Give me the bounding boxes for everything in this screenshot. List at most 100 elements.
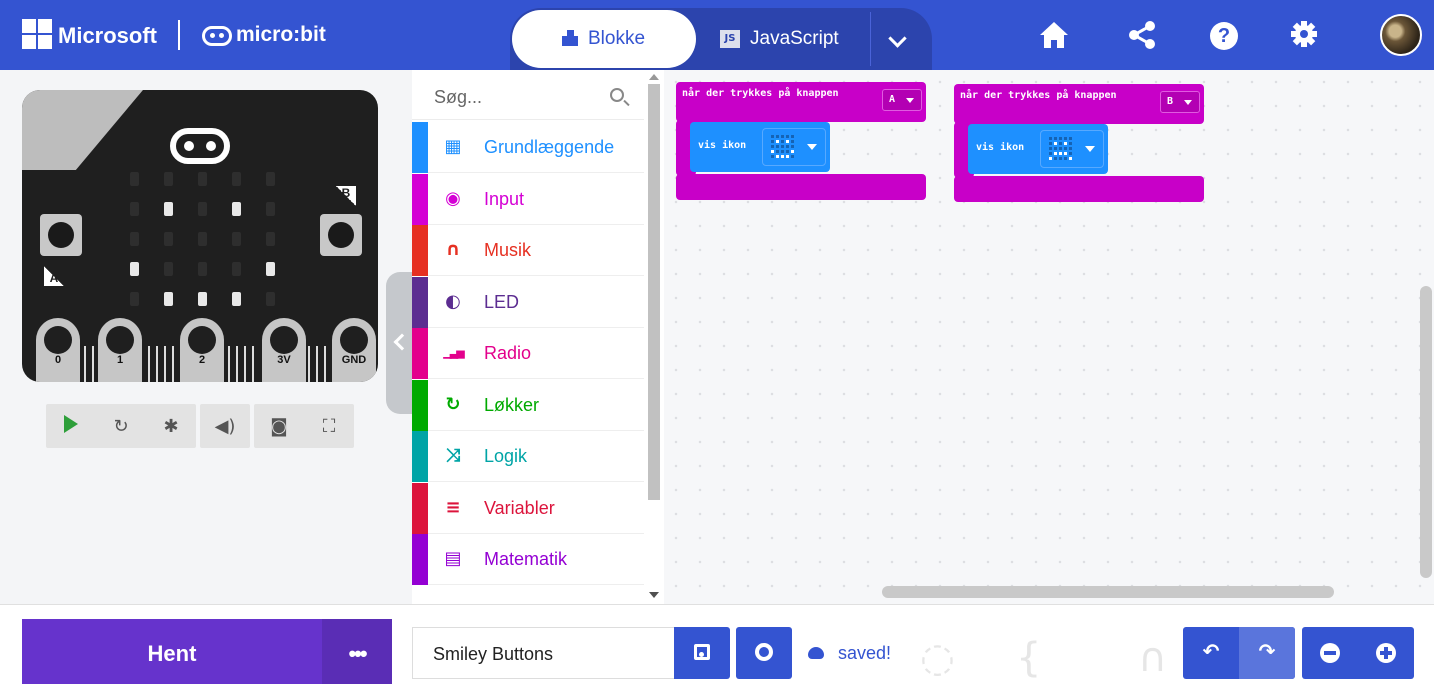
pin-pad[interactable] [36, 318, 80, 382]
button-b[interactable] [320, 214, 362, 256]
sim-group-sound: ◀) [200, 404, 250, 448]
brand-divider [178, 20, 180, 50]
play-icon[interactable] [46, 414, 96, 438]
led [130, 262, 139, 276]
edge-strip [148, 346, 150, 382]
undo-icon[interactable]: ↶ [1183, 639, 1239, 663]
category-variabler[interactable]: ≡ Variabler [412, 482, 644, 534]
category-color-bar [412, 482, 428, 534]
event-block-a[interactable]: når der trykkes på knappen A [676, 82, 926, 122]
icon-pixel [771, 150, 774, 153]
category-led[interactable]: ◐ LED [412, 276, 644, 328]
category-matematik[interactable]: ▤ Matematik [412, 534, 644, 585]
led [198, 292, 207, 306]
download-button[interactable]: Hent [22, 619, 322, 684]
show-icon-block-a[interactable]: vis ikon [690, 122, 830, 172]
workspace-horizontal-scrollbar[interactable] [882, 586, 1334, 598]
edge-strip [172, 346, 174, 382]
category-musik[interactable]: ∩ Musik [412, 225, 644, 276]
event-block-b[interactable]: når der trykkes på knappen B [954, 84, 1204, 124]
download-label: Hent [147, 641, 197, 666]
scroll-up-icon[interactable] [649, 74, 659, 80]
search-input[interactable]: Søg... [434, 87, 482, 108]
icon-pixel [771, 155, 774, 158]
home-icon[interactable] [1036, 20, 1072, 56]
led [232, 172, 241, 186]
restart-icon[interactable]: ↻ [96, 416, 146, 437]
redo-button[interactable]: ↷ [1239, 627, 1295, 679]
icon-pixel [771, 135, 774, 138]
microbit-logo-icon[interactable] [202, 26, 232, 46]
search-icon[interactable] [610, 88, 624, 102]
collapse-simulator-button[interactable] [386, 272, 412, 414]
more-options-icon: ••• [348, 641, 367, 666]
debug-icon[interactable]: ✱ [146, 416, 196, 437]
screenshot-icon[interactable]: ◙ [254, 416, 304, 437]
category-løkker[interactable]: ↻ Løkker [412, 379, 644, 431]
icon-pixel [781, 140, 784, 143]
icon-dropdown-a[interactable] [762, 128, 826, 166]
microsoft-logo-icon[interactable] [22, 19, 52, 49]
category-logik[interactable]: ⤨ Logik [412, 431, 644, 482]
pin-pad[interactable] [332, 318, 376, 382]
category-color-bar [412, 379, 428, 431]
pin-label: 0 [54, 354, 62, 366]
pin-pad[interactable] [98, 318, 142, 382]
icon-pixel [781, 150, 784, 153]
icon-pixel [781, 135, 784, 138]
share-icon[interactable] [1124, 20, 1160, 56]
github-icon [755, 643, 773, 661]
blocks-workspace[interactable]: når der trykkes på knappen A vis ikon nå… [664, 70, 1434, 604]
project-name-field[interactable]: Smiley Buttons [412, 627, 674, 679]
icon-pixel [1054, 147, 1057, 150]
github-button[interactable] [736, 627, 792, 679]
button-a[interactable] [40, 214, 82, 256]
sound-icon[interactable]: ◀) [200, 416, 250, 437]
zoom-in-icon[interactable] [1376, 643, 1396, 663]
category-radio[interactable]: ▁▃▅ Radio [412, 328, 644, 379]
icon-pixel [781, 155, 784, 158]
redo-icon[interactable]: ↷ [1239, 639, 1295, 663]
save-icon [694, 644, 710, 660]
led [164, 292, 173, 306]
more-options-button[interactable]: ••• [322, 619, 392, 684]
avatar[interactable] [1380, 14, 1422, 56]
microbit-simulator[interactable]: A B 0 1 2 3V GND [22, 90, 378, 382]
board-corner [22, 90, 169, 170]
category-input[interactable]: ◉ Input [412, 173, 644, 225]
chevron-down-icon[interactable] [870, 12, 926, 66]
icon-dropdown-b[interactable] [1040, 130, 1104, 168]
search-box[interactable]: Søg... [412, 70, 644, 120]
pin-pad[interactable] [180, 318, 224, 382]
sim-group-view: ◙ ⛶ [254, 404, 354, 448]
zoom-out-icon[interactable] [1320, 643, 1340, 663]
gear-icon[interactable] [1286, 20, 1322, 54]
icon-pixel [1064, 137, 1067, 140]
icon-pixel [776, 150, 779, 153]
category-grundlæggende[interactable]: ▦ Grundlæggende [412, 122, 644, 173]
scroll-down-icon[interactable] [649, 592, 659, 598]
toolbox-scroll-thumb[interactable] [648, 84, 660, 500]
fullscreen-icon[interactable]: ⛶ [304, 416, 354, 437]
microbit-board-logo-icon[interactable] [170, 128, 230, 164]
icon-pixel [1069, 147, 1072, 150]
button-dropdown-b[interactable]: B [1160, 91, 1200, 113]
button-dropdown-a[interactable]: A [882, 89, 922, 111]
show-icon-block-b[interactable]: vis ikon [968, 124, 1108, 174]
icon-pixel [771, 140, 774, 143]
save-button[interactable] [674, 627, 730, 679]
category-label: LED [484, 291, 520, 312]
microbit-brand[interactable]: micro:bit [236, 23, 326, 47]
led [130, 292, 139, 306]
icon-pixel [1054, 142, 1057, 145]
toolbox-scrollbar[interactable] [644, 70, 664, 604]
icon-pixel [1049, 147, 1052, 150]
tab-blocks[interactable]: Blokke [512, 10, 696, 68]
microsoft-brand[interactable]: Microsoft [58, 23, 157, 49]
project-name-value[interactable]: Smiley Buttons [433, 644, 553, 665]
workspace-vertical-scrollbar[interactable] [1420, 286, 1432, 578]
edge-strip [164, 346, 166, 382]
calculator-icon: ▤ [444, 548, 462, 569]
help-icon[interactable]: ? [1210, 22, 1238, 50]
pin-pad[interactable] [262, 318, 306, 382]
